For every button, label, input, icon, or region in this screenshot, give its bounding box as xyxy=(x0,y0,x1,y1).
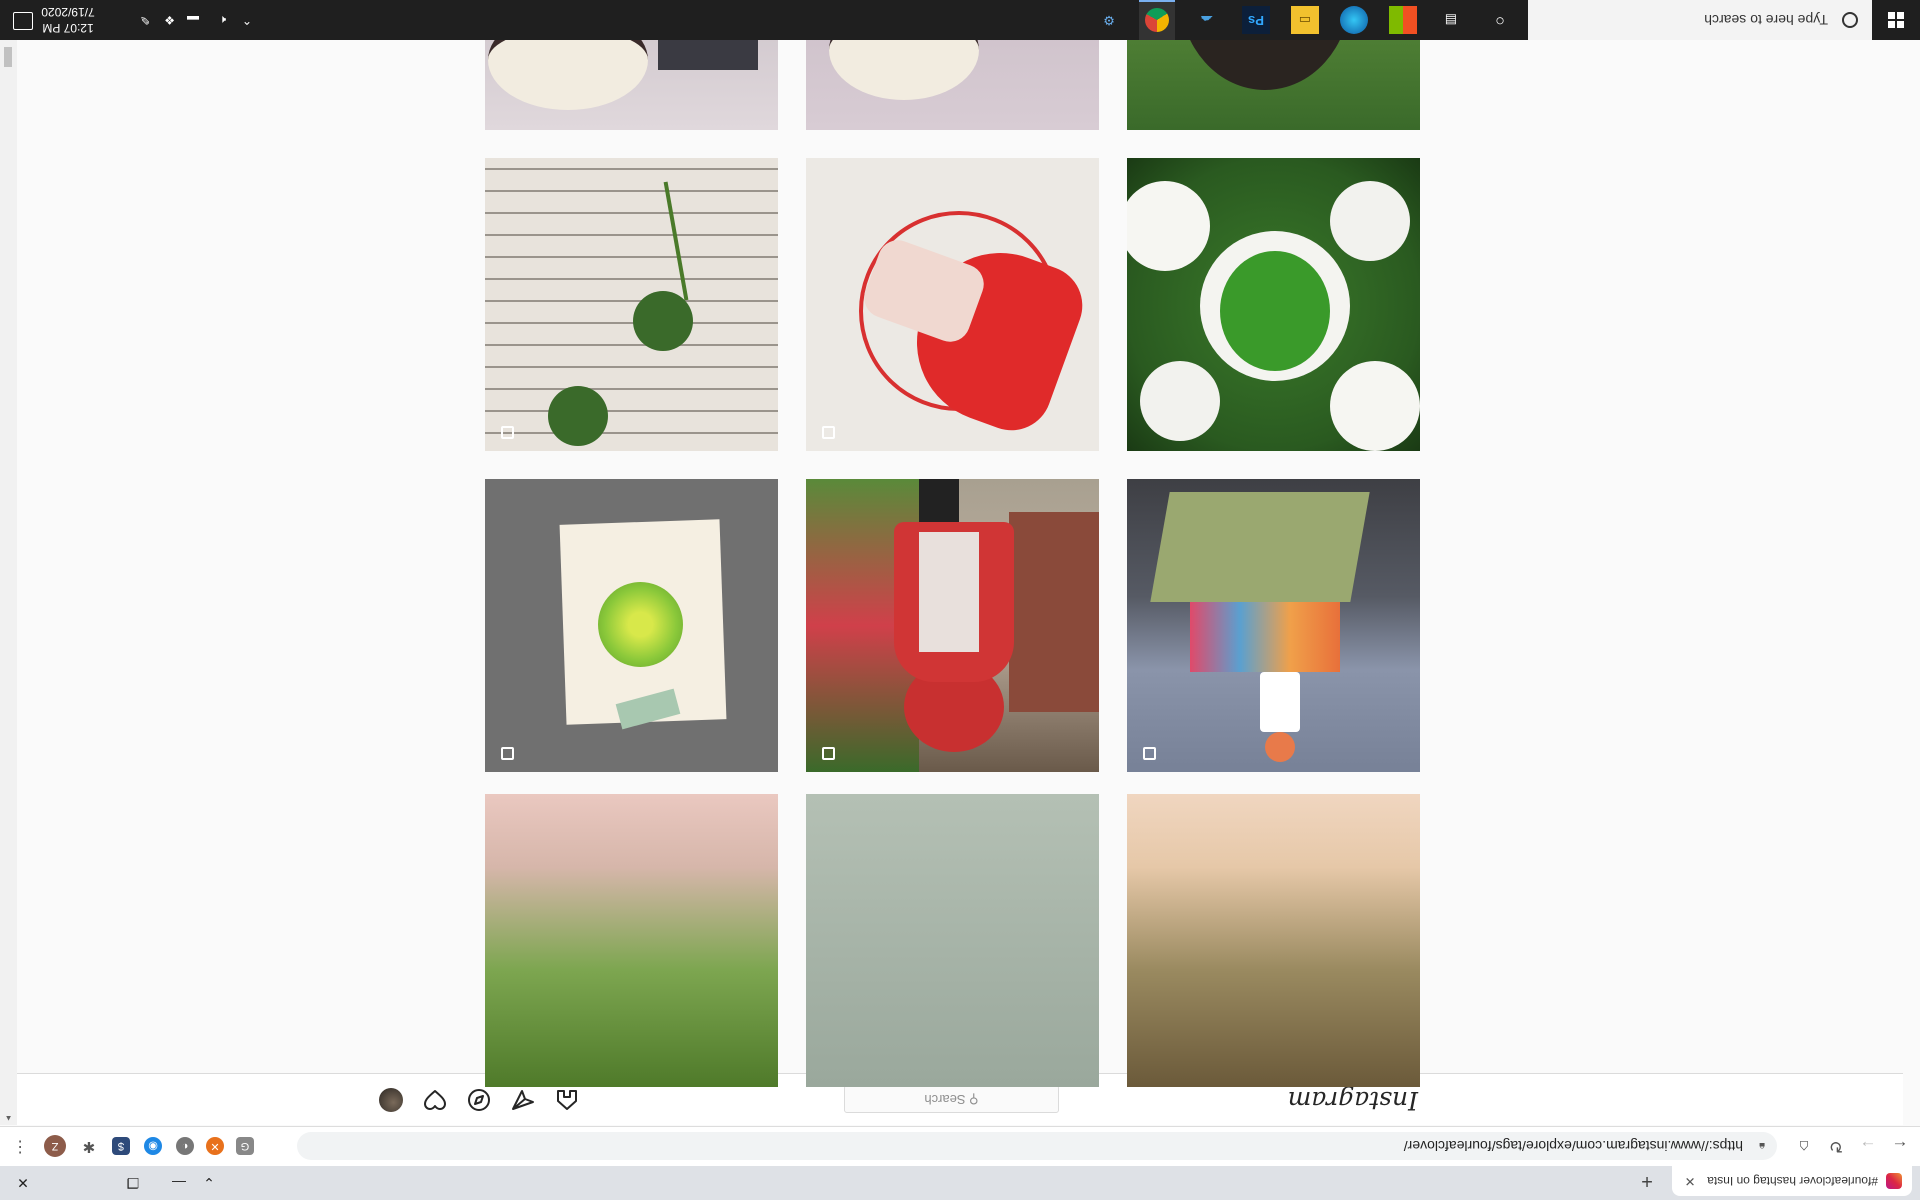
address-text: https://www.instagram.com/explore/tags/f… xyxy=(1403,1138,1743,1154)
browser-tab[interactable]: #fourleafclover hashtag on Insta ✕ xyxy=(1672,1166,1912,1196)
settings-gear-icon[interactable]: ⚙ xyxy=(1095,6,1123,34)
tab-close-icon[interactable]: ✕ xyxy=(1682,1173,1698,1189)
forward-button[interactable]: → xyxy=(1856,1134,1880,1158)
home-icon[interactable] xyxy=(555,1088,579,1112)
browser-tab-strip: #fourleafclover hashtag on Insta ✕ + — ❐… xyxy=(0,1166,1920,1200)
scrollbar-thumb[interactable] xyxy=(4,47,12,67)
multiple-photos-icon xyxy=(1143,747,1156,760)
direct-messages-icon[interactable] xyxy=(511,1088,535,1112)
extensions-puzzle-icon[interactable]: ✱ xyxy=(80,1137,98,1155)
search-placeholder: Search xyxy=(924,1092,966,1107)
browser-toolbar: ← → ↻ ⌂ 🔒︎ https://www.instagram.com/exp… xyxy=(0,1126,1920,1166)
multiple-photos-icon xyxy=(822,426,835,439)
post-thumbnail[interactable] xyxy=(806,479,1099,772)
search-icon xyxy=(1842,12,1858,28)
reload-button[interactable]: ↻ xyxy=(1824,1134,1848,1158)
tab-title: #fourleafclover hashtag on Insta xyxy=(1707,1174,1878,1188)
extension-blue-icon[interactable]: ◉ xyxy=(144,1137,162,1155)
tray-chevron-icon[interactable]: ⌃ xyxy=(242,0,252,40)
pen-icon[interactable]: ✎ xyxy=(140,0,150,40)
instagram-search-input[interactable]: ⚲ Search xyxy=(844,1085,1059,1113)
volume-icon[interactable]: 🔈︎ xyxy=(219,0,226,40)
back-button[interactable]: ← xyxy=(1888,1134,1912,1158)
post-thumbnail[interactable] xyxy=(1127,158,1420,451)
activity-heart-icon[interactable] xyxy=(423,1088,447,1112)
extension-orange-icon[interactable]: ✕ xyxy=(206,1137,224,1155)
multiple-photos-icon xyxy=(501,426,514,439)
browser-menu-icon[interactable]: ⋮ xyxy=(8,1134,32,1158)
start-button[interactable] xyxy=(1872,0,1920,40)
extension-grammar-icon[interactable]: G xyxy=(236,1137,254,1155)
restore-button[interactable]: ❐ xyxy=(110,1166,156,1200)
new-tab-button[interactable]: + xyxy=(1634,1168,1660,1194)
post-grid xyxy=(17,0,1903,1087)
taskbar-clock[interactable]: 12:07 PM 7/19/2020 xyxy=(28,4,108,36)
minimize-button[interactable]: — xyxy=(156,1166,202,1200)
post-thumbnail[interactable] xyxy=(485,479,778,772)
extension-dollar-icon[interactable]: $ xyxy=(112,1137,130,1155)
instagram-favicon-icon xyxy=(1886,1173,1902,1189)
scroll-up-arrow-icon[interactable]: ▲ xyxy=(0,1111,17,1125)
network-icon[interactable]: ▬ xyxy=(187,0,199,40)
action-center-icon[interactable] xyxy=(13,12,33,30)
dropbox-icon[interactable]: ❖ xyxy=(164,0,175,40)
lock-icon: 🔒︎ xyxy=(1759,1140,1765,1152)
clock-time: 12:07 PM xyxy=(42,21,94,35)
extension-circle-icon[interactable]: ◐ xyxy=(176,1137,194,1155)
profile-avatar-icon[interactable] xyxy=(379,1088,403,1112)
file-explorer-icon[interactable]: ▭ xyxy=(1291,6,1319,34)
windows-taskbar: Type here to search ○ ▤ ▭ Ps ☁ ⚙ ⌃ 🔈︎ ▬ … xyxy=(0,0,1920,40)
home-icon[interactable]: ⌂ xyxy=(1792,1134,1816,1158)
post-thumbnail[interactable] xyxy=(485,158,778,451)
explore-compass-icon[interactable] xyxy=(467,1088,491,1112)
profile-avatar-button[interactable]: Z xyxy=(44,1135,66,1157)
chrome-icon xyxy=(1145,8,1169,32)
taskbar-search-placeholder: Type here to search xyxy=(1704,12,1828,28)
post-thumbnail-partial[interactable] xyxy=(806,794,1099,1087)
multiple-photos-icon xyxy=(822,747,835,760)
microsoft-store-icon[interactable] xyxy=(1389,6,1417,34)
post-thumbnail[interactable] xyxy=(1127,479,1420,772)
post-thumbnail-partial[interactable] xyxy=(1127,794,1420,1087)
close-window-button[interactable]: ✕ xyxy=(0,1166,46,1200)
multiple-photos-icon xyxy=(501,747,514,760)
taskbar-search-box[interactable]: Type here to search xyxy=(1528,0,1872,40)
address-bar[interactable]: 🔒︎ https://www.instagram.com/explore/tag… xyxy=(297,1132,1777,1160)
onedrive-icon[interactable]: ☁ xyxy=(1193,6,1221,34)
tab-search-icon[interactable]: ⌄ xyxy=(198,1166,220,1200)
photoshop-icon[interactable]: Ps xyxy=(1242,6,1270,34)
page-scrollbar[interactable]: ▲ ▼ xyxy=(0,0,17,1125)
post-thumbnail[interactable] xyxy=(806,158,1099,451)
edge-icon[interactable] xyxy=(1340,6,1368,34)
task-view-icon[interactable]: ▤ xyxy=(1437,6,1465,34)
cortana-icon[interactable]: ○ xyxy=(1486,6,1514,34)
instagram-logo[interactable]: Instagram xyxy=(1288,1086,1418,1115)
clock-date: 7/19/2020 xyxy=(41,5,95,19)
post-thumbnail-partial[interactable] xyxy=(485,794,778,1087)
chrome-taskbar-button[interactable] xyxy=(1139,0,1175,40)
